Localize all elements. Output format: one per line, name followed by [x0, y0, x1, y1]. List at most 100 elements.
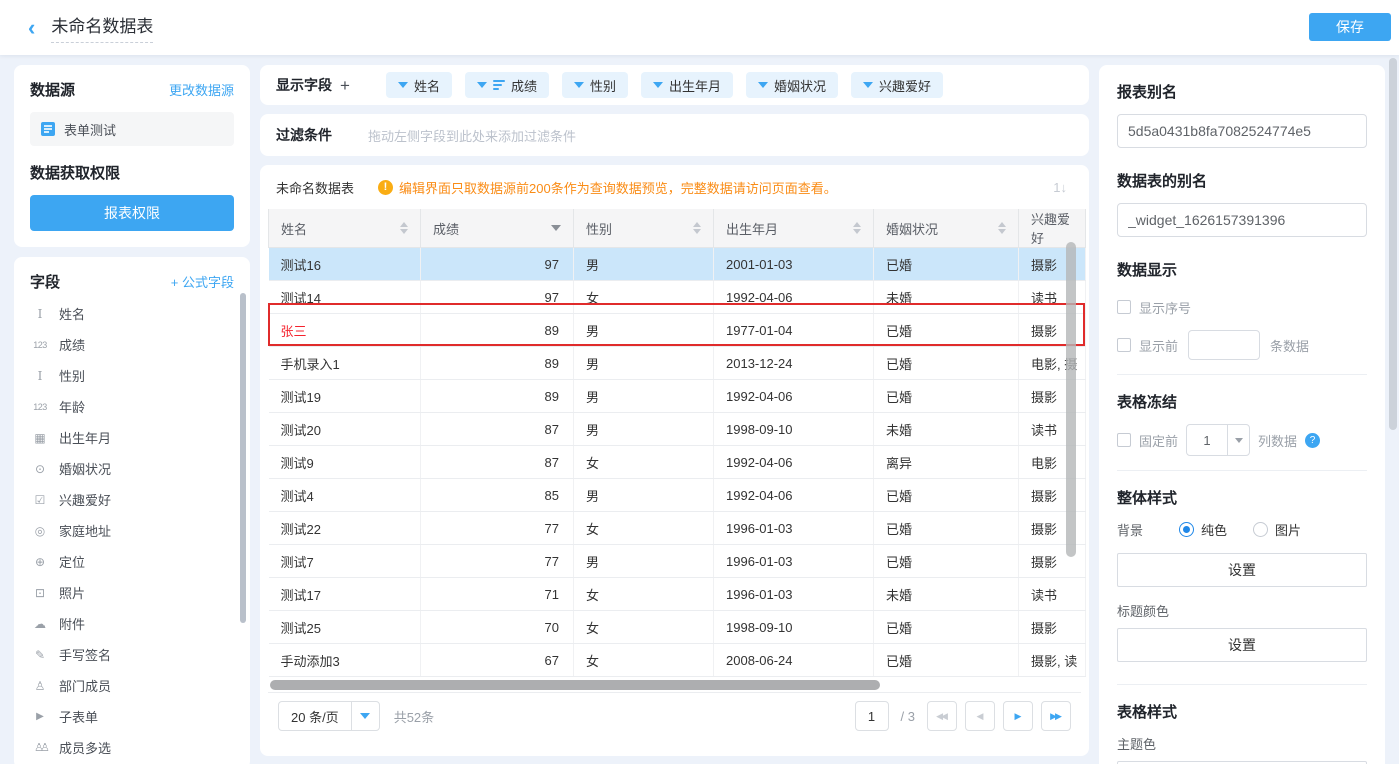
- field-label: 成绩: [59, 335, 85, 354]
- column-header-score[interactable]: 成绩: [421, 209, 574, 248]
- column-header-gender[interactable]: 性别: [574, 209, 714, 248]
- sort-both-icon[interactable]: [400, 222, 408, 234]
- change-datasource-link[interactable]: 更改数据源: [169, 80, 234, 99]
- chevron-down-icon[interactable]: [574, 82, 584, 88]
- field-item-birth[interactable]: ▦出生年月: [30, 422, 234, 453]
- field-item-location[interactable]: ⊕定位: [30, 546, 234, 577]
- field-item-gender[interactable]: I性别: [30, 360, 234, 391]
- field-item-name[interactable]: I姓名: [30, 298, 234, 329]
- window-scrollbar[interactable]: [1389, 58, 1397, 430]
- field-item-address[interactable]: ◎家庭地址: [30, 515, 234, 546]
- sort-both-icon[interactable]: [853, 222, 861, 234]
- page-size-select[interactable]: 20 条/页: [278, 701, 380, 731]
- divider: [1117, 684, 1367, 685]
- chip-name[interactable]: 姓名: [386, 72, 452, 98]
- field-item-hobby[interactable]: ☑兴趣爱好: [30, 484, 234, 515]
- radio-icon[interactable]: [1253, 522, 1268, 537]
- sort-order-icon[interactable]: 1↓: [1047, 180, 1073, 195]
- table-row[interactable]: 测试1497女1992-04-06未婚读书: [269, 281, 1086, 314]
- field-item-attachment[interactable]: ☁附件: [30, 608, 234, 639]
- column-header-birth[interactable]: 出生年月: [714, 209, 874, 248]
- radio-selected-icon[interactable]: [1179, 522, 1194, 537]
- chip-hobby[interactable]: 兴趣爱好: [851, 72, 943, 98]
- image-option[interactable]: 图片: [1253, 520, 1301, 539]
- chip-gender[interactable]: 性别: [562, 72, 628, 98]
- table-row[interactable]: 测试1989男1992-04-06已婚摄影: [269, 380, 1086, 413]
- chevron-down-icon[interactable]: [398, 82, 408, 88]
- add-formula-field-link[interactable]: + 公式字段: [171, 272, 234, 291]
- freeze-count-select[interactable]: 1: [1186, 424, 1250, 456]
- page-title[interactable]: 未命名数据表: [51, 12, 153, 43]
- table-row[interactable]: 测试2570女1998-09-10已婚摄影: [269, 611, 1086, 644]
- chip-birth[interactable]: 出生年月: [641, 72, 733, 98]
- table-alias-input[interactable]: [1117, 203, 1367, 237]
- image-icon: ⊡: [30, 586, 50, 600]
- sort-both-icon[interactable]: [998, 222, 1006, 234]
- datasource-item[interactable]: 表单测试: [30, 112, 234, 146]
- theme-color-label: 主题色: [1117, 734, 1367, 753]
- field-item-age[interactable]: 123年龄: [30, 391, 234, 422]
- field-item-score[interactable]: 123成绩: [30, 329, 234, 360]
- prev-page-button[interactable]: ◀: [965, 701, 995, 731]
- report-alias-input[interactable]: [1117, 114, 1367, 148]
- field-item-marital[interactable]: ⊙婚姻状况: [30, 453, 234, 484]
- column-header-name[interactable]: 姓名: [269, 209, 421, 248]
- table-row[interactable]: 测试777男1996-01-03已婚摄影: [269, 545, 1086, 578]
- chevron-down-icon[interactable]: [863, 82, 873, 88]
- table-row[interactable]: 手动添加367女2008-06-24已婚摄影, 读: [269, 644, 1086, 677]
- table-row[interactable]: 测试987女1992-04-06离异电影: [269, 446, 1086, 479]
- chevron-down-icon[interactable]: [477, 82, 487, 88]
- table-row[interactable]: 测试1697男2001-01-03已婚摄影: [269, 248, 1086, 281]
- chevron-down-icon[interactable]: [1227, 425, 1249, 455]
- show-index-checkbox[interactable]: [1117, 300, 1131, 314]
- field-item-member[interactable]: ♙部门成员: [30, 670, 234, 701]
- freeze-checkbox[interactable]: [1117, 433, 1131, 447]
- show-first-count-input[interactable]: [1188, 330, 1260, 360]
- fields-scrollbar[interactable]: [240, 293, 246, 623]
- table-row[interactable]: 测试2087男1998-09-10未婚读书: [269, 413, 1086, 446]
- first-page-button[interactable]: ◀◀: [927, 701, 957, 731]
- save-button[interactable]: 保存: [1309, 13, 1391, 41]
- sort-desc-icon[interactable]: [551, 225, 561, 231]
- chip-marital[interactable]: 婚姻状况: [746, 72, 838, 98]
- show-first-checkbox[interactable]: [1117, 338, 1131, 352]
- title-color-set-button[interactable]: 设置: [1117, 628, 1367, 662]
- table-row[interactable]: 手机录入189男2013-12-24已婚电影, 摄: [269, 347, 1086, 380]
- help-icon[interactable]: ?: [1305, 433, 1320, 448]
- field-item-multimember[interactable]: ♙♙成员多选: [30, 732, 234, 763]
- last-page-button[interactable]: ▶▶: [1041, 701, 1071, 731]
- report-permission-button[interactable]: 报表权限: [30, 195, 234, 231]
- field-item-subform[interactable]: ▶子表单: [30, 701, 234, 732]
- back-icon[interactable]: ‹: [28, 17, 35, 39]
- background-set-button[interactable]: 设置: [1117, 553, 1367, 587]
- add-display-field-button[interactable]: +: [340, 77, 350, 94]
- chevron-down-icon[interactable]: [351, 702, 379, 730]
- table-title: 未命名数据表: [276, 178, 354, 197]
- table-vertical-scrollbar[interactable]: [1066, 242, 1076, 557]
- column-header-marital[interactable]: 婚姻状况: [874, 209, 1019, 248]
- table-row-flagged[interactable]: 张三89男1977-01-04已婚摄影: [269, 314, 1086, 347]
- chip-label: 婚姻状况: [774, 76, 826, 95]
- table-row[interactable]: 测试485男1992-04-06已婚摄影: [269, 479, 1086, 512]
- table-horizontal-scrollbar[interactable]: [268, 680, 1081, 690]
- page-number-input[interactable]: [855, 701, 889, 731]
- table-row[interactable]: 测试2277女1996-01-03已婚摄影: [269, 512, 1086, 545]
- field-item-signature[interactable]: ✎手写签名: [30, 639, 234, 670]
- preview-notice: ! 编辑界面只取数据源前200条作为查询数据预览，完整数据请访问页面查看。: [378, 178, 837, 197]
- chevron-down-icon[interactable]: [653, 82, 663, 88]
- column-header-hobby[interactable]: 兴趣爱好: [1019, 209, 1086, 248]
- data-display-title: 数据显示: [1117, 259, 1367, 280]
- scrollbar-thumb[interactable]: [270, 680, 880, 690]
- chevron-down-icon[interactable]: [758, 82, 768, 88]
- date-icon: ▦: [30, 431, 50, 445]
- field-item-photo[interactable]: ⊡照片: [30, 577, 234, 608]
- chip-score[interactable]: 成绩: [465, 72, 549, 98]
- freeze-suffix: 列数据: [1258, 431, 1297, 450]
- table-row[interactable]: 测试1771女1996-01-03未婚读书: [269, 578, 1086, 611]
- next-page-button[interactable]: ▶: [1003, 701, 1033, 731]
- datasource-item-label: 表单测试: [64, 120, 116, 139]
- solid-color-option[interactable]: 纯色: [1179, 520, 1227, 539]
- filter-bar[interactable]: 过滤条件 拖动左侧字段到此处来添加过滤条件: [260, 114, 1089, 156]
- datasource-title: 数据源: [30, 79, 75, 100]
- sort-both-icon[interactable]: [693, 222, 701, 234]
